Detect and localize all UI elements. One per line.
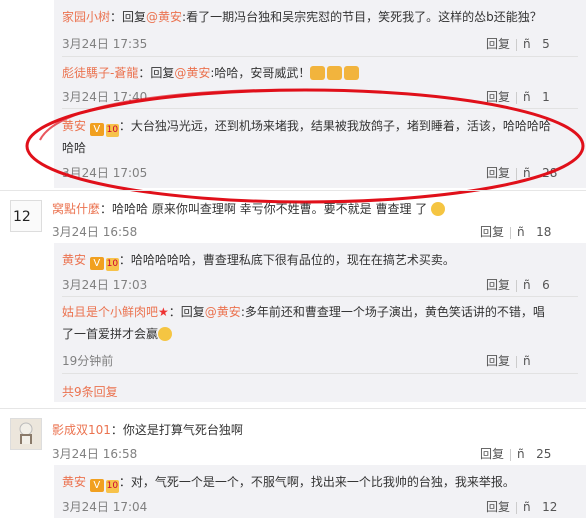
- laughing-emoji-icon: [431, 202, 446, 216]
- username[interactable]: 黄安: [62, 253, 86, 267]
- divider: [0, 190, 586, 191]
- mention[interactable]: @黄安: [205, 305, 241, 319]
- divider: [516, 279, 518, 292]
- like-count: 12: [542, 500, 558, 514]
- verified-badge-icon: V: [89, 257, 104, 270]
- grin-emoji-icon: [158, 327, 173, 341]
- reply-button[interactable]: 回复: [486, 352, 510, 369]
- reply-t1-sub2: 姑且是个小鲜肉吧★：回复@黄安:多年前还和曹查理一个场子演出，黄色笑话讲的不错，…: [62, 305, 545, 319]
- username[interactable]: 姑且是个小鲜肉吧: [62, 305, 158, 319]
- divider: [516, 355, 518, 368]
- comment-actions: 回复 ñ 12: [486, 498, 557, 515]
- like-icon[interactable]: ñ: [523, 354, 531, 368]
- divider: [510, 226, 512, 239]
- username[interactable]: 影成双101: [52, 423, 111, 437]
- comment-actions: 回复 ñ 18: [480, 223, 551, 240]
- reply-t1-sub1: 黄安 V 10：哈哈哈哈哈，曹查理私底下很有品位的，现在在搞艺术买卖。: [62, 253, 455, 271]
- comment-time: 3月24日 16:58: [52, 225, 138, 239]
- reply-t2-sub1: 黄安 V 10：对，气死一个是一个，不服气啊，找出来一个比我帅的台独，我来举报。: [62, 475, 515, 493]
- comment-actions: 回复 ñ 25: [480, 445, 551, 462]
- verified-badge-icon: V: [89, 479, 104, 492]
- like-icon[interactable]: ñ: [523, 500, 531, 514]
- comment-actions: 回复 ñ 6: [486, 276, 550, 293]
- like-icon[interactable]: ñ: [523, 278, 531, 292]
- divider: [62, 373, 578, 374]
- avatar[interactable]: [10, 418, 42, 450]
- like-count: 6: [542, 278, 550, 292]
- comment-t1: 窝點什麼：哈哈哈 原来你叫查理啊 幸亏你不姓曹。要不就是 曹查理 了: [52, 201, 446, 217]
- username[interactable]: 黄安: [62, 475, 86, 489]
- reply-button[interactable]: 回复: [486, 276, 510, 293]
- comment-time: 19分钟前: [62, 354, 114, 368]
- member-badge-icon: 10: [105, 480, 119, 493]
- star-icon: ★: [158, 305, 169, 319]
- avatar[interactable]: 12: [10, 200, 42, 232]
- like-count: 25: [536, 447, 552, 461]
- divider: [0, 408, 586, 409]
- reply-t1-sub2-wrap: 了一首爱拼才会赢: [62, 326, 173, 342]
- username[interactable]: 窝點什麼: [52, 202, 100, 216]
- comment-time: 3月24日 16:58: [52, 447, 138, 461]
- comment-time: 3月24日 17:04: [62, 500, 148, 514]
- comment-time: 3月24日 17:03: [62, 278, 148, 292]
- comment-t2: 影成双101：你这是打算气死台独啊: [52, 423, 243, 437]
- member-badge-icon: 10: [105, 258, 119, 271]
- like-icon[interactable]: ñ: [517, 225, 525, 239]
- comment-actions: 回复ñ0: [486, 352, 531, 369]
- divider: [62, 296, 578, 297]
- like-icon[interactable]: ñ: [517, 447, 525, 461]
- reply-button[interactable]: 回复: [480, 445, 504, 462]
- divider: [510, 448, 512, 461]
- divider: [516, 501, 518, 514]
- svg-text:12: 12: [13, 209, 31, 225]
- reply-button[interactable]: 回复: [480, 223, 504, 240]
- more-replies-link[interactable]: 共9条回复: [62, 383, 118, 400]
- like-count: 18: [536, 225, 552, 239]
- reply-button[interactable]: 回复: [486, 498, 510, 515]
